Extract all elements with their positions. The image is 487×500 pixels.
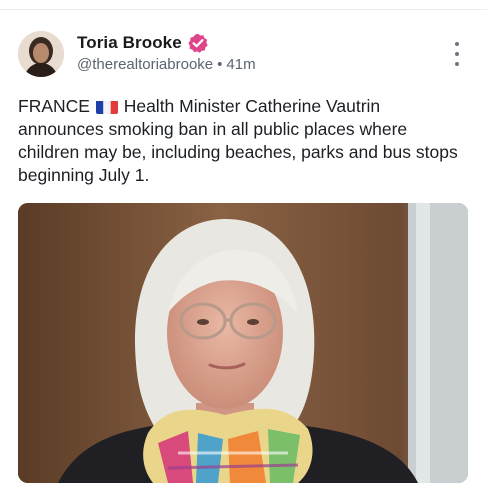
meta-separator: • bbox=[217, 56, 223, 73]
post-card[interactable]: Toria Brooke @therealtoriabrooke • 41m F… bbox=[0, 0, 487, 500]
divider bbox=[0, 9, 487, 10]
more-options-icon[interactable] bbox=[451, 42, 463, 66]
post-text: FRANCE Health Minister Catherine Vautrin… bbox=[18, 95, 468, 187]
author-avatar[interactable] bbox=[18, 31, 64, 77]
author-display-name[interactable]: Toria Brooke bbox=[77, 33, 182, 53]
post-image[interactable] bbox=[18, 203, 468, 483]
france-flag-icon bbox=[95, 99, 118, 114]
post-timestamp[interactable]: 41m bbox=[226, 56, 255, 73]
post-text-prefix: FRANCE bbox=[18, 96, 90, 116]
author-handle[interactable]: @therealtoriabrooke bbox=[77, 56, 213, 73]
verified-badge-icon bbox=[188, 33, 208, 53]
